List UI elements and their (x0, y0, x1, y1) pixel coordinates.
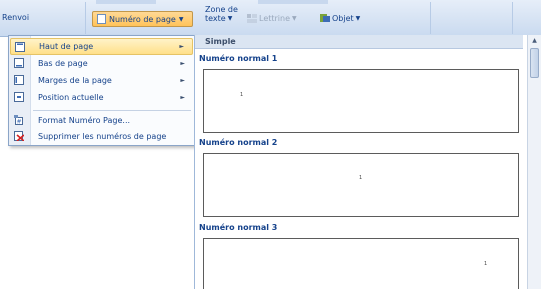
submenu-arrow-icon: ► (180, 77, 185, 84)
menu-item-label: Haut de page (39, 42, 94, 51)
lettrine-icon (247, 14, 257, 23)
ribbon-separator (85, 2, 86, 34)
zone-de-texte-label-1: Zone de (205, 5, 238, 14)
page-bottom-icon (14, 58, 24, 68)
menu-item-label: Format Numéro Page... (38, 116, 131, 125)
page-number-sample: 1 (484, 261, 488, 267)
scrollbar-thumb[interactable] (530, 48, 539, 78)
menu-separator (33, 110, 191, 111)
menu-item-label: Position actuelle (38, 93, 104, 102)
gallery-entry-label: Numéro normal 3 (199, 223, 278, 232)
current-position-icon (14, 92, 24, 102)
ribbon-cutoff-top (96, 0, 156, 4)
ribbon: Renvoi Numéro de page ▼ Zone de texte ▼ … (0, 0, 541, 37)
page-number-gallery: Simple Numéro normal 1 1 Numéro normal 2… (194, 35, 541, 289)
menu-item-format-numero-page[interactable]: # Format Numéro Page... (10, 112, 193, 129)
submenu-arrow-icon: ► (180, 94, 185, 101)
page-top-icon (15, 42, 25, 52)
lettrine-label: Lettrine (259, 13, 291, 23)
menu-item-bas-de-page[interactable]: Bas de page ► (10, 55, 193, 72)
ribbon-separator (430, 2, 431, 34)
objet-button[interactable]: Objet ▼ (320, 13, 360, 23)
page-margins-icon (14, 75, 24, 85)
numero-de-page-label: Numéro de page (109, 14, 176, 24)
gallery-entry-numero-normal-3[interactable]: 1 (203, 238, 519, 289)
renvoi-label: Renvoi (2, 13, 30, 22)
menu-item-position-actuelle[interactable]: Position actuelle ► (10, 89, 193, 106)
menu-item-label: Bas de page (38, 59, 88, 68)
menu-item-marges-de-la-page[interactable]: Marges de la page ► (10, 72, 193, 89)
numero-de-page-button[interactable]: Numéro de page ▼ (92, 11, 193, 27)
objet-label: Objet (332, 13, 354, 23)
submenu-arrow-icon: ► (179, 43, 184, 50)
format-page-number-icon: # (14, 115, 23, 126)
menu-item-label: Supprimer les numéros de page (38, 132, 167, 141)
page-number-sample: 1 (240, 92, 244, 98)
gallery-category-header: Simple (195, 35, 523, 49)
menu-item-haut-de-page[interactable]: Haut de page ► (10, 38, 193, 55)
lettrine-button[interactable]: Lettrine ▼ (247, 13, 297, 23)
zone-de-texte-label-2: texte (205, 14, 226, 23)
object-icon (320, 14, 330, 22)
scroll-up-icon[interactable]: ▲ (529, 36, 540, 45)
zone-de-texte-button[interactable]: Zone de texte ▼ (205, 5, 238, 23)
dropdown-arrow-icon: ▼ (178, 15, 184, 23)
dropdown-arrow-icon: ▼ (292, 14, 297, 22)
gallery-entry-numero-normal-1[interactable]: 1 (203, 69, 519, 133)
page-number-sample: 1 (359, 175, 363, 181)
ribbon-separator (512, 2, 513, 34)
ribbon-cutoff-top (258, 0, 328, 4)
numero-de-page-menu: Haut de page ► Bas de page ► Marges de l… (8, 35, 195, 146)
svg-text:#: # (17, 119, 22, 126)
gallery-entry-label: Numéro normal 1 (199, 54, 278, 63)
menu-item-label: Marges de la page (38, 76, 112, 85)
gallery-entry-label: Numéro normal 2 (199, 138, 278, 147)
submenu-arrow-icon: ► (180, 60, 185, 67)
gallery-category-label: Simple (205, 37, 236, 46)
renvoi-button[interactable]: Renvoi (2, 13, 29, 22)
dropdown-arrow-icon: ▼ (227, 15, 233, 22)
page-number-icon (97, 14, 106, 24)
gallery-entry-numero-normal-2[interactable]: 1 (203, 153, 519, 217)
gallery-scrollbar[interactable]: ▲ (527, 35, 541, 289)
menu-item-supprimer-numeros[interactable]: Supprimer les numéros de page (10, 128, 193, 145)
dropdown-arrow-icon: ▼ (355, 14, 361, 22)
remove-page-numbers-icon (14, 131, 24, 141)
